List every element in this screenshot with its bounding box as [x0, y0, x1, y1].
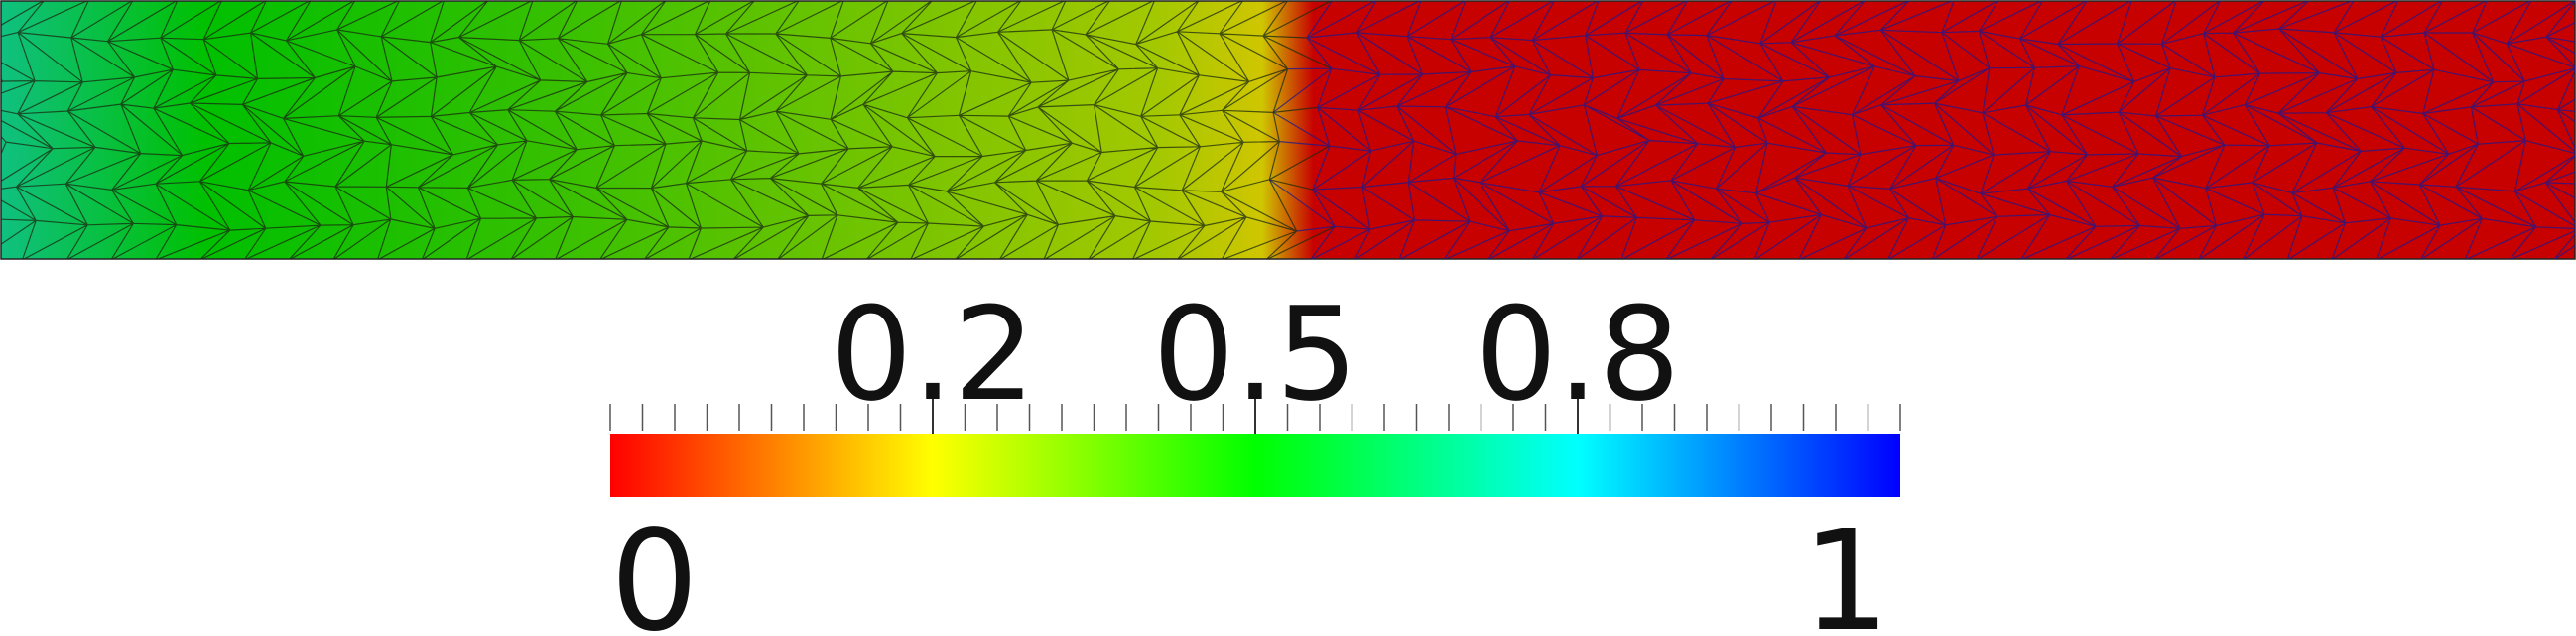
colorbar-legend: 0.2 0.5 0.8 0 1 [609, 279, 1901, 636]
colorbar-min-label: 0 [610, 501, 699, 636]
major-tick-label: 0.8 [1476, 279, 1681, 430]
colorbar-tick-labels: 0.2 0.5 0.8 [831, 279, 1681, 430]
colorbar-gradient [610, 434, 1900, 497]
major-tick-label: 0.5 [1153, 279, 1358, 430]
mesh-field-view [0, 0, 2576, 260]
colorbar-max-label: 1 [1802, 501, 1890, 636]
major-tick-label: 0.2 [831, 279, 1036, 430]
